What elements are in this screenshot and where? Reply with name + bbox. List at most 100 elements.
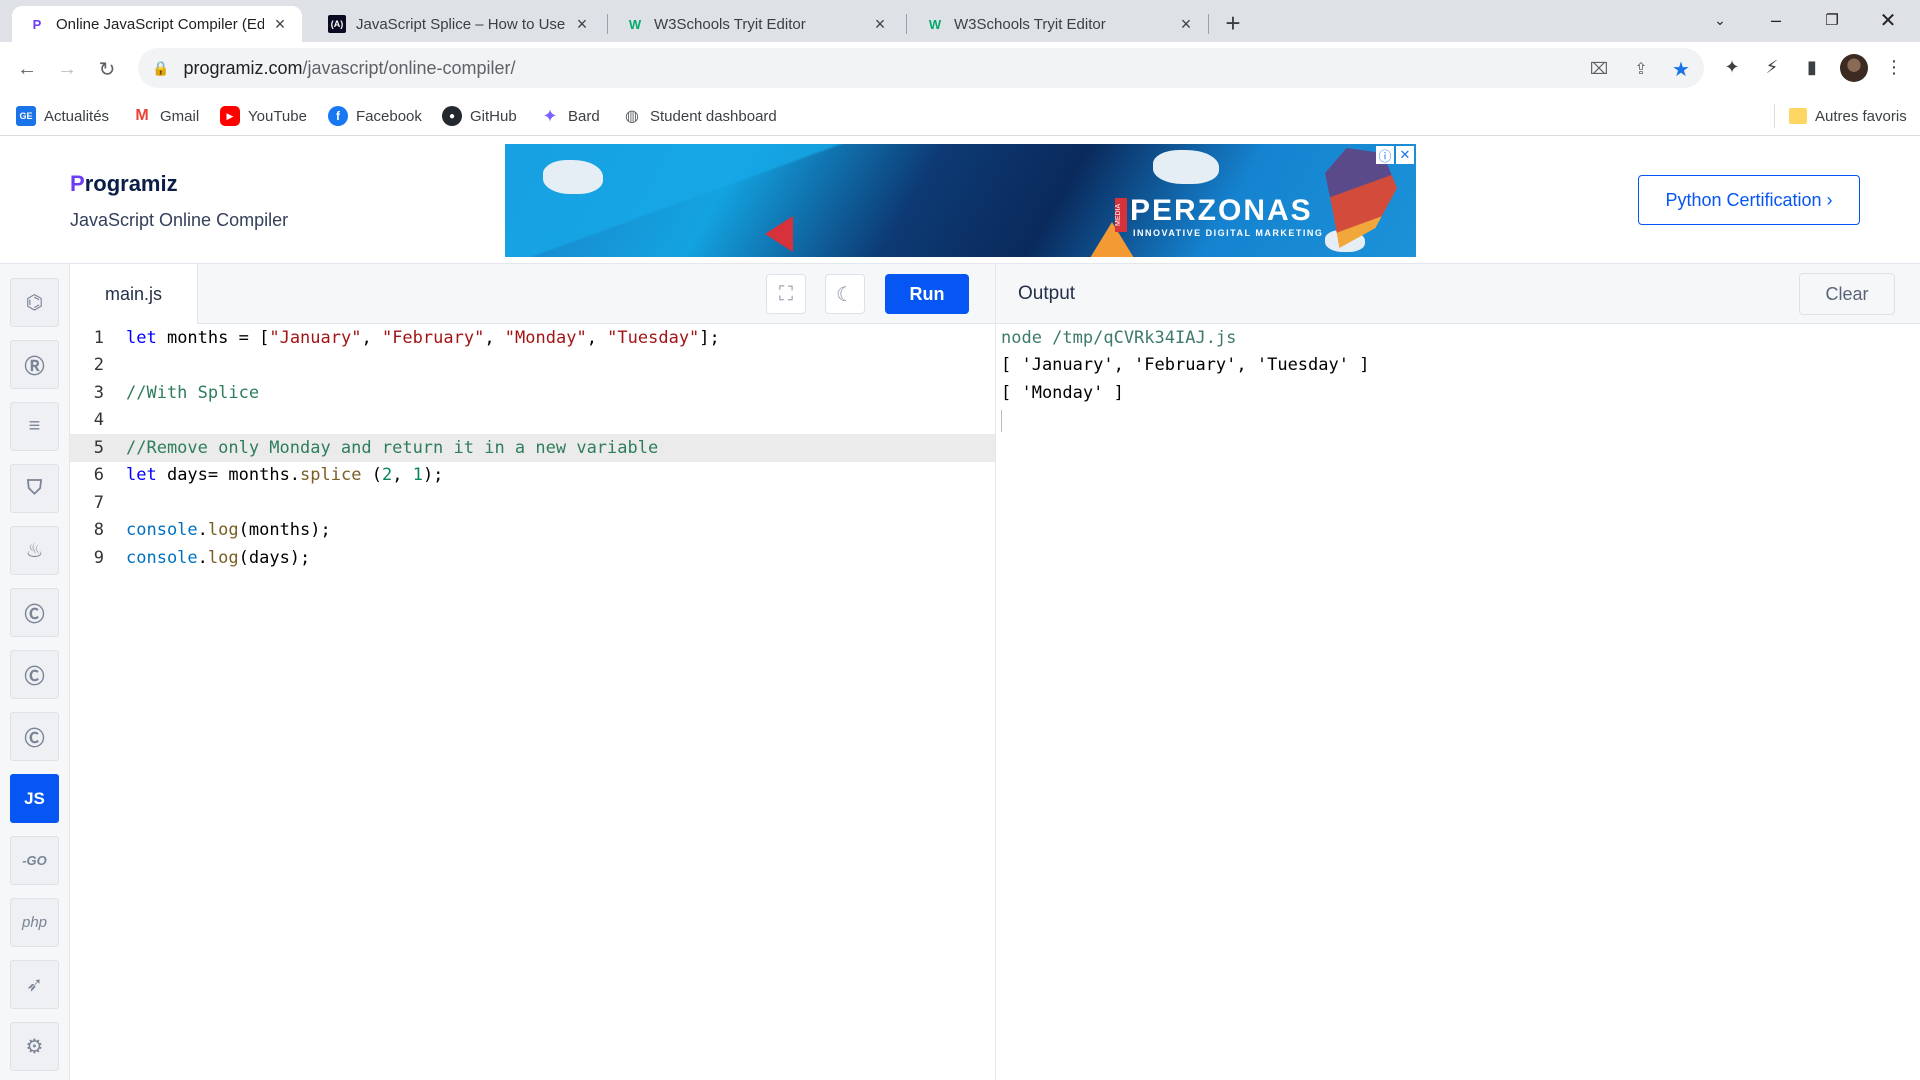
share-icon[interactable]: ⇪: [1630, 58, 1652, 80]
other-bookmarks[interactable]: Autres favoris: [1774, 104, 1907, 128]
bookmark-gmail[interactable]: M Gmail: [132, 104, 199, 128]
bookmark-label: Bard: [568, 107, 600, 125]
tab-divider: [906, 14, 907, 34]
tab-title: W3Schools Tryit Editor: [654, 15, 806, 33]
code-area[interactable]: 1 let months = ["January", "February", "M…: [70, 324, 995, 572]
bookmark-student-dashboard[interactable]: ◍ Student dashboard: [622, 104, 777, 128]
code-line[interactable]: 4: [70, 407, 995, 435]
clear-button[interactable]: Clear: [1799, 273, 1895, 315]
bookmark-facebook[interactable]: f Facebook: [328, 104, 422, 128]
java-icon[interactable]: ♨: [10, 526, 59, 575]
close-icon[interactable]: ×: [870, 14, 890, 34]
facebook-icon: f: [328, 106, 348, 126]
bookmark-label: Actualités: [44, 107, 110, 125]
back-arrow-icon[interactable]: ←: [12, 54, 42, 84]
performance-icon[interactable]: ⚡: [1760, 55, 1784, 79]
fullscreen-icon[interactable]: ⛶: [766, 274, 806, 314]
tab-w3schools-1[interactable]: W W3Schools Tryit Editor ×: [610, 6, 902, 42]
bookmark-bard[interactable]: ✦ Bard: [540, 104, 600, 128]
tab-programiz[interactable]: P Online JavaScript Compiler (Edito ×: [12, 6, 302, 42]
code-editor-pane: main.js ⛶ ☾ Run 1 let months = ["January"…: [70, 264, 995, 1080]
code-line[interactable]: 6 let days= months.splice (2, 1);: [70, 462, 995, 490]
youtube-icon: ▶: [220, 106, 240, 126]
site-header: Programiz JavaScript Online Compiler MED…: [0, 137, 1920, 264]
translate-icon[interactable]: ⌧: [1588, 58, 1610, 80]
github-icon: ●: [442, 106, 462, 126]
go-icon[interactable]: -GO: [10, 836, 59, 885]
code-line[interactable]: 2: [70, 352, 995, 380]
code-line[interactable]: 5 //Remove only Monday and return it in a…: [70, 434, 995, 462]
bard-icon: ✦: [542, 105, 558, 126]
code-line[interactable]: 1 let months = ["January", "February", "M…: [70, 324, 995, 352]
profile-avatar[interactable]: [1840, 54, 1868, 82]
bookmark-star-icon[interactable]: ★: [1670, 58, 1692, 81]
bookmark-label: YouTube: [248, 107, 307, 125]
file-tab-main-js[interactable]: main.js: [70, 264, 198, 324]
ad-close-icon[interactable]: ✕: [1396, 146, 1414, 164]
menu-kebab-icon[interactable]: ⋮: [1882, 55, 1906, 79]
python-icon[interactable]: ⌬: [10, 278, 59, 327]
ad-cloud-graphic: [543, 160, 603, 194]
advertisement-banner[interactable]: MEDIA PERZONAS INNOVATIVE DIGITAL MARKET…: [505, 144, 1416, 257]
code-line[interactable]: 9 console.log(days);: [70, 544, 995, 572]
ad-triangle-graphic: [1090, 222, 1134, 257]
python-certification-button[interactable]: Python Certification ›: [1638, 175, 1860, 225]
bookmark-youtube[interactable]: ▶ YouTube: [220, 104, 307, 128]
csharp-icon[interactable]: Ⓒ: [10, 712, 59, 761]
browser-toolbar: ← → ↻ 🔒 programiz.com/javascript/online-…: [0, 42, 1920, 96]
line-content: console.log(months);: [126, 520, 331, 541]
close-icon[interactable]: ×: [270, 14, 290, 34]
extensions-puzzle-icon[interactable]: ✦: [1720, 55, 1744, 79]
close-icon[interactable]: ×: [1176, 14, 1196, 34]
tab-w3schools-2[interactable]: W W3Schools Tryit Editor ×: [910, 6, 1208, 42]
w3schools-favicon-icon: W: [928, 16, 942, 32]
window-close-icon[interactable]: ✕: [1860, 0, 1916, 40]
code-line[interactable]: 8 console.log(months);: [70, 517, 995, 545]
reload-icon[interactable]: ↻: [92, 54, 122, 84]
new-tab-plus-icon[interactable]: +: [1218, 8, 1248, 38]
output-console[interactable]: node /tmp/qCVRk34IAJ.js [ 'January', 'Fe…: [1001, 324, 1369, 432]
console-cursor: [1001, 409, 1002, 432]
programiz-logo[interactable]: Programiz: [70, 171, 178, 197]
output-line: node /tmp/qCVRk34IAJ.js: [1001, 327, 1237, 348]
output-header: Output Clear: [996, 264, 1920, 324]
forward-arrow-icon[interactable]: →: [52, 54, 82, 84]
bookmark-actualites[interactable]: GE Actualités: [16, 104, 109, 128]
line-content: let days= months.splice (2, 1);: [126, 465, 444, 486]
line-number: 6: [93, 465, 104, 486]
folder-icon: [1789, 108, 1807, 124]
bookmark-label: Student dashboard: [650, 107, 777, 125]
restore-icon[interactable]: ❐: [1804, 0, 1860, 40]
bookmark-github[interactable]: ● GitHub: [442, 104, 517, 128]
dark-mode-moon-icon[interactable]: ☾: [825, 274, 865, 314]
ad-cloud-graphic: [1153, 150, 1219, 184]
language-sidebar: ⌬ Ⓡ ≡ ⛉ ♨ Ⓒ Ⓒ Ⓒ JS -GO php ➶ ⚙: [0, 264, 70, 1080]
minimize-icon[interactable]: –: [1748, 0, 1804, 40]
line-number: 9: [93, 547, 104, 568]
c-icon[interactable]: Ⓒ: [10, 588, 59, 637]
php-icon[interactable]: php: [10, 898, 59, 947]
tab-title: Online JavaScript Compiler (Edito: [56, 15, 264, 33]
js-icon[interactable]: JS: [10, 774, 59, 823]
tab-divider: [1208, 14, 1209, 34]
swift-icon[interactable]: ➶: [10, 960, 59, 1009]
line-number: 5: [93, 437, 104, 458]
code-line[interactable]: 7: [70, 489, 995, 517]
cpp-icon[interactable]: Ⓒ: [10, 650, 59, 699]
database-icon[interactable]: ≡: [10, 402, 59, 451]
r-icon[interactable]: Ⓡ: [10, 340, 59, 389]
line-number: 3: [93, 382, 104, 403]
code-line[interactable]: 3 //With Splice: [70, 379, 995, 407]
browser-tabstrip: P Online JavaScript Compiler (Edito × (A…: [0, 0, 1920, 42]
close-icon[interactable]: ×: [572, 14, 592, 34]
address-bar[interactable]: 🔒 programiz.com/javascript/online-compil…: [138, 48, 1704, 88]
html5-icon[interactable]: ⛉: [10, 464, 59, 513]
run-button[interactable]: Run: [885, 274, 969, 314]
ad-info-icon[interactable]: ⓘ: [1376, 146, 1394, 164]
tab-freecodecamp[interactable]: (A) JavaScript Splice – How to Use th ×: [312, 6, 604, 42]
line-number: 4: [93, 410, 104, 431]
rust-icon[interactable]: ⚙: [10, 1022, 59, 1071]
bookmark-label: Facebook: [356, 107, 422, 125]
tab-search-chevron-icon[interactable]: ⌄: [1692, 0, 1748, 40]
side-panel-icon[interactable]: ▮: [1800, 55, 1824, 79]
